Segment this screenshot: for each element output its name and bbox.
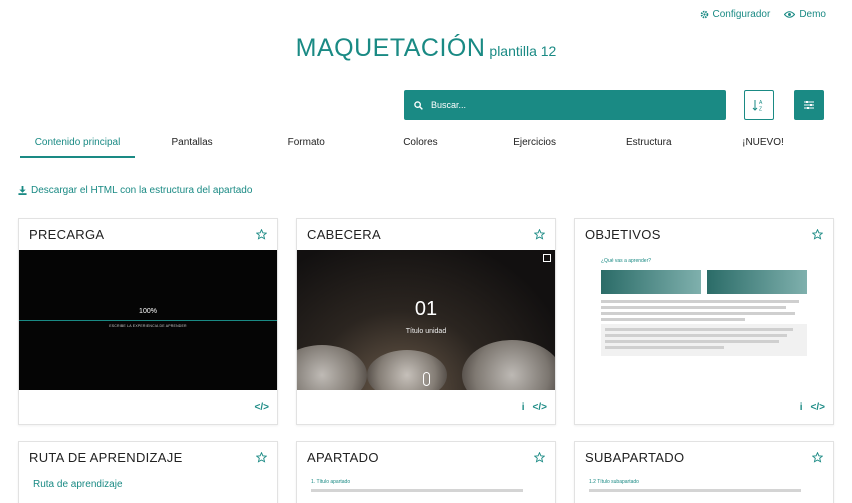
sliders-icon [804, 101, 814, 109]
card-title: RUTA DE APRENDIZAJE [29, 450, 183, 465]
card-preview[interactable]: 01 Título unidad [297, 250, 555, 390]
card-ruta-de-aprendizaje: RUTA DE APRENDIZAJE Ruta de aprendizaje [18, 441, 278, 503]
card-preview[interactable]: 100% ESCRIBE LA EXPERIENCIA DE APRENDER [19, 250, 277, 390]
tab-pantallas[interactable]: Pantallas [135, 128, 249, 158]
card-subapartado: SUBAPARTADO 1.2 Título subapartado [574, 441, 834, 503]
preview-heading: 1.2 Título subapartado [589, 479, 639, 485]
gear-icon [700, 10, 708, 19]
tab-formato[interactable]: Formato [249, 128, 363, 158]
star-icon[interactable] [256, 452, 267, 463]
tab-estructura[interactable]: Estructura [592, 128, 706, 158]
menu-square-icon [543, 254, 551, 262]
star-icon[interactable] [812, 452, 823, 463]
configurador-link[interactable]: Configurador [700, 9, 771, 20]
svg-text:A: A [759, 100, 763, 106]
preview-objective-box [601, 270, 701, 294]
card-title: OBJETIVOS [585, 227, 661, 242]
code-icon[interactable]: </> [533, 402, 547, 413]
info-icon[interactable]: i [522, 402, 525, 413]
card-title: PRECARGA [29, 227, 105, 242]
eye-icon [784, 11, 796, 18]
sort-button[interactable]: AZ [744, 90, 774, 120]
configurador-label: Configurador [712, 9, 771, 20]
card-title: SUBAPARTADO [585, 450, 685, 465]
preview-question: ¿Qué vas a aprender? [601, 258, 652, 264]
card-preview[interactable]: 1. Título apartado [297, 473, 555, 501]
card-precarga: PRECARGA 100% ESCRIBE LA EXPERIENCIA DE … [18, 218, 278, 425]
card-preview[interactable]: 1.2 Título subapartado [575, 473, 833, 501]
demo-link[interactable]: Demo [784, 9, 826, 20]
star-icon[interactable] [256, 229, 267, 240]
star-icon[interactable] [534, 452, 545, 463]
tab-colores[interactable]: Colores [363, 128, 477, 158]
card-apartado: APARTADO 1. Título apartado [296, 441, 556, 503]
download-html-link[interactable]: Descargar el HTML con la estructura del … [18, 185, 252, 196]
download-label: Descargar el HTML con la estructura del … [31, 185, 253, 196]
filter-button[interactable] [794, 90, 824, 120]
card-preview[interactable]: ¿Qué vas a aprender? [575, 250, 833, 390]
card-title: APARTADO [307, 450, 379, 465]
tab-nuevo[interactable]: ¡NUEVO! [706, 128, 820, 158]
search-placeholder: Buscar... [431, 100, 467, 110]
star-icon[interactable] [812, 229, 823, 240]
search-icon [414, 100, 423, 110]
preview-progress-bar [19, 320, 277, 321]
download-icon [18, 186, 27, 195]
card-preview[interactable]: Ruta de aprendizaje [19, 473, 277, 496]
demo-label: Demo [799, 9, 826, 20]
preview-caption: ESCRIBE LA EXPERIENCIA DE APRENDER [109, 324, 187, 328]
search-input[interactable]: Buscar... [404, 90, 726, 120]
svg-text:Z: Z [759, 107, 762, 113]
card-title: CABECERA [307, 227, 381, 242]
info-icon[interactable]: i [800, 402, 803, 413]
preview-heading: Ruta de aprendizaje [33, 479, 123, 490]
tab-ejercicios[interactable]: Ejercicios [478, 128, 592, 158]
page-subtitle: plantilla 12 [489, 43, 557, 59]
scroll-indicator-icon [423, 372, 430, 386]
card-objetivos: OBJETIVOS ¿Qué vas a aprender? i </> [574, 218, 834, 425]
code-icon[interactable]: </> [255, 402, 269, 413]
page-header: MAQUETACIÓN plantilla 12 [0, 34, 852, 63]
code-icon[interactable]: </> [811, 402, 825, 413]
sort-alpha-icon: AZ [752, 100, 763, 113]
preview-number: 01 [414, 298, 438, 320]
preview-subtitle: Título unidad [405, 328, 447, 335]
preview-percent: 100% [139, 308, 157, 315]
card-cabecera: CABECERA 01 Título unidad i </> [296, 218, 556, 425]
tab-bar: Contenido principal Pantallas Formato Co… [20, 128, 820, 158]
page-title: MAQUETACIÓN [295, 34, 486, 62]
tab-contenido-principal[interactable]: Contenido principal [20, 128, 135, 158]
preview-objective-box [707, 270, 807, 294]
star-icon[interactable] [534, 229, 545, 240]
preview-heading: 1. Título apartado [311, 479, 351, 485]
topbar: Configurador Demo [700, 9, 826, 20]
